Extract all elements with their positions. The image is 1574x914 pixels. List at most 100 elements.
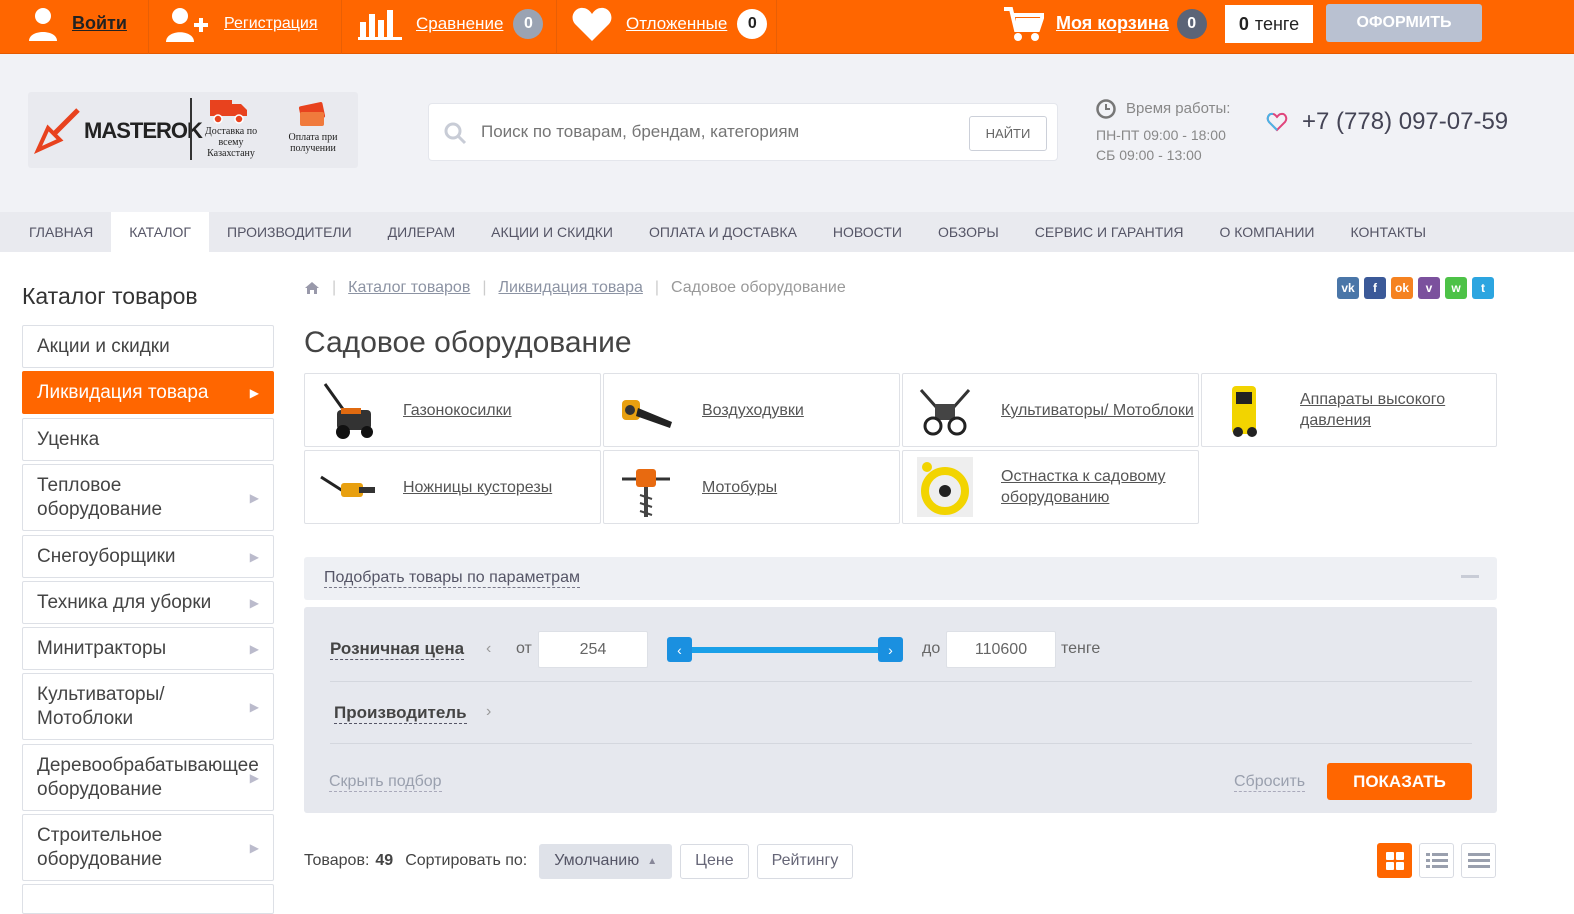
- category-card[interactable]: Культиваторы/ Мотоблоки: [902, 373, 1199, 447]
- sidebar-item-cultivators[interactable]: Культиваторы/ Мотоблоки ▶: [22, 673, 274, 740]
- breadcrumb-separator: |: [332, 279, 337, 296]
- price-from-input[interactable]: [538, 631, 648, 668]
- category-label[interactable]: Воздуходувки: [702, 400, 804, 421]
- vk-icon[interactable]: vk: [1337, 277, 1359, 299]
- search-button[interactable]: НАЙТИ: [969, 116, 1047, 151]
- sort-label: Сортировать по:: [405, 852, 528, 869]
- manufacturer-filter-label[interactable]: Производитель: [334, 703, 467, 724]
- clock-icon: [1096, 99, 1116, 119]
- hide-filter-link[interactable]: Скрыть подбор: [329, 773, 442, 792]
- cart-label[interactable]: Моя корзина: [1056, 13, 1169, 34]
- reset-filter-link[interactable]: Сбросить: [1234, 773, 1306, 792]
- breadcrumb-separator: |: [482, 279, 487, 296]
- sort-default-button[interactable]: Умолчанию ▲: [539, 843, 673, 879]
- sidebar-item-cleaning[interactable]: Техника для уборки ▶: [22, 581, 274, 624]
- price-slider-track[interactable]: [682, 647, 894, 653]
- phone-number[interactable]: +7 (778) 097-07-59: [1302, 108, 1508, 136]
- nav-item-news[interactable]: НОВОСТИ: [815, 212, 920, 252]
- category-label[interactable]: Ножницы кусторезы: [403, 477, 552, 498]
- search-input[interactable]: [481, 122, 941, 142]
- price-to-label: до: [922, 640, 941, 657]
- minimize-icon[interactable]: [1461, 575, 1479, 578]
- category-label[interactable]: Мотобуры: [702, 477, 777, 498]
- wishlist-label[interactable]: Отложенные: [626, 14, 727, 34]
- logo-text: MASTEROK: [84, 118, 203, 143]
- register-link[interactable]: Регистрация: [164, 0, 318, 47]
- category-label[interactable]: Культиваторы/ Мотоблоки: [1001, 400, 1194, 421]
- category-card[interactable]: Остнастка к садовому оборудованию: [902, 450, 1199, 524]
- hedge-trimmer-icon: [315, 455, 379, 519]
- sidebar-item-next[interactable]: [22, 884, 274, 914]
- sidebar-item-label: Деревообрабатывающее оборудование: [37, 754, 259, 800]
- chevron-left-icon[interactable]: ‹: [486, 640, 491, 658]
- sidebar-item-heating[interactable]: Тепловое оборудование ▶: [22, 464, 274, 531]
- viber-icon[interactable]: v: [1418, 277, 1440, 299]
- sidebar-item-minitractors[interactable]: Минитракторы ▶: [22, 627, 274, 670]
- breadcrumb-liquidation[interactable]: Ликвидация товара: [498, 279, 642, 297]
- compare-link[interactable]: Сравнение 0: [358, 0, 544, 47]
- facebook-icon[interactable]: f: [1364, 277, 1386, 299]
- cart-count-badge: 0: [1176, 8, 1207, 39]
- nav-item-payment-delivery[interactable]: ОПЛАТА И ДОСТАВКА: [631, 212, 815, 252]
- sidebar-item-construction[interactable]: Строительное оборудование ▶: [22, 814, 274, 881]
- nav-item-home[interactable]: ГЛАВНАЯ: [11, 212, 111, 252]
- price-to-input[interactable]: [946, 631, 1056, 668]
- wishlist-link[interactable]: Отложенные 0: [572, 0, 768, 47]
- nav-item-manufacturers[interactable]: ПРОИЗВОДИТЕЛИ: [209, 212, 370, 252]
- sidebar-item-promotions[interactable]: Акции и скидки: [22, 325, 274, 368]
- telegram-icon[interactable]: t: [1472, 277, 1494, 299]
- category-label[interactable]: Аппараты высокого давления: [1300, 389, 1496, 431]
- filter-header-label[interactable]: Подобрать товары по параметрам: [324, 569, 580, 588]
- nav-item-catalog[interactable]: КАТАЛОГ: [111, 212, 210, 252]
- nav-item-contacts[interactable]: КОНТАКТЫ: [1332, 212, 1444, 252]
- search-icon: [444, 122, 467, 145]
- products-count-value: 49: [375, 852, 394, 869]
- sidebar-item-liquidation[interactable]: Ликвидация товара ▶: [22, 371, 274, 414]
- breadcrumb-catalog[interactable]: Каталог товаров: [348, 279, 470, 297]
- home-icon[interactable]: [304, 281, 320, 295]
- chart-icon: [358, 9, 402, 40]
- nav-item-promotions[interactable]: АКЦИИ И СКИДКИ: [473, 212, 631, 252]
- category-card[interactable]: Газонокосилки: [304, 373, 601, 447]
- whatsapp-icon[interactable]: w: [1445, 277, 1467, 299]
- sort-rating-button[interactable]: Рейтингу: [756, 843, 854, 879]
- category-card[interactable]: Воздуходувки: [603, 373, 900, 447]
- nav-item-about[interactable]: О КОМПАНИИ: [1202, 212, 1333, 252]
- category-card[interactable]: Ножницы кусторезы: [304, 450, 601, 524]
- cart-link[interactable]: Моя корзина 0: [1004, 0, 1207, 47]
- register-label[interactable]: Регистрация: [224, 15, 318, 33]
- phone[interactable]: +7 (778) 097-07-59: [1266, 108, 1508, 136]
- sort-asc-icon: ▲: [647, 855, 658, 867]
- sidebar-item-markdown[interactable]: Уценка: [22, 418, 274, 461]
- price-filter-label[interactable]: Розничная цена: [330, 639, 465, 660]
- filter-header[interactable]: Подобрать товары по параметрам: [304, 557, 1497, 600]
- sort-price-button[interactable]: Цене: [680, 843, 749, 879]
- grid-view-icon[interactable]: [1377, 843, 1412, 878]
- sidebar-item-woodworking[interactable]: Деревообрабатывающее оборудование ▶: [22, 744, 274, 811]
- show-results-button[interactable]: ПОКАЗАТЬ: [1327, 763, 1472, 800]
- category-card[interactable]: Мотобуры: [603, 450, 900, 524]
- price-from-label: от: [516, 640, 532, 657]
- category-label[interactable]: Газонокосилки: [403, 400, 512, 421]
- login-label[interactable]: Войти: [72, 13, 127, 34]
- odnoklassniki-icon[interactable]: ok: [1391, 277, 1413, 299]
- checkout-button[interactable]: ОФОРМИТЬ: [1326, 4, 1482, 42]
- login-link[interactable]: Войти: [28, 0, 127, 47]
- category-label[interactable]: Остнастка к садовому оборудованию: [1001, 466, 1198, 508]
- price-slider-max-handle[interactable]: ›: [878, 637, 903, 662]
- sidebar-item-snowblowers[interactable]: Снегоуборщики ▶: [22, 535, 274, 578]
- category-card[interactable]: Аппараты высокого давления: [1201, 373, 1497, 447]
- list-view-icon[interactable]: [1419, 843, 1454, 878]
- nav-item-dealers[interactable]: ДИЛЕРАМ: [370, 212, 473, 252]
- table-view-icon[interactable]: [1461, 843, 1496, 878]
- chevron-right-icon[interactable]: ›: [486, 703, 491, 721]
- logo[interactable]: MASTEROK Доставка по всему Казахстану Оп…: [28, 92, 358, 168]
- price-slider-min-handle[interactable]: ‹: [667, 637, 692, 662]
- cart-icon: [1004, 6, 1044, 41]
- compare-label[interactable]: Сравнение: [416, 14, 503, 34]
- nav-item-service[interactable]: СЕРВИС И ГАРАНТИЯ: [1017, 212, 1202, 252]
- nav-item-reviews[interactable]: ОБЗОРЫ: [920, 212, 1017, 252]
- wishlist-count-badge: 0: [737, 8, 768, 39]
- price-currency: тенге: [1061, 640, 1101, 657]
- search-box: НАЙТИ: [428, 103, 1058, 161]
